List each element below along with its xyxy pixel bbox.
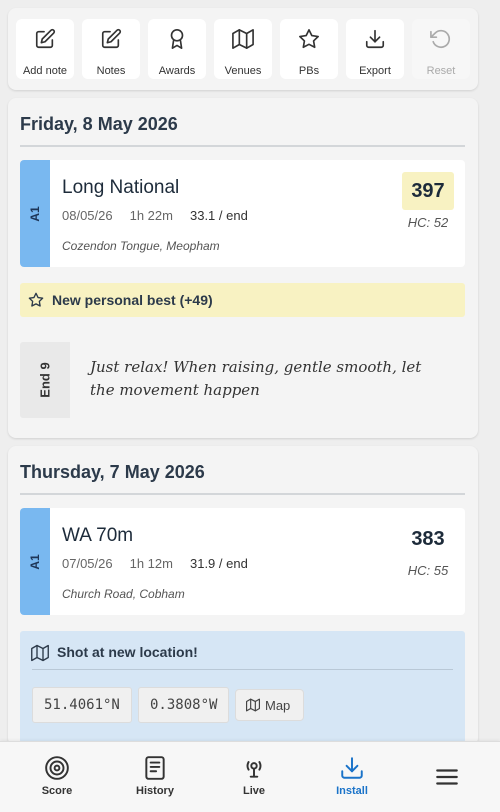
star-icon	[28, 292, 44, 307]
nav-menu[interactable]	[398, 742, 496, 812]
note-end-tag: End 9	[20, 342, 70, 418]
round-location: Church Road, Cobham	[62, 587, 185, 601]
add-note-label: Add note	[22, 65, 68, 77]
round-handicap: HC: 55	[407, 563, 449, 578]
edit-icon	[101, 28, 122, 49]
broadcast-icon	[246, 761, 262, 778]
note-text: Just relax! When raising, gentle smooth,…	[90, 358, 422, 399]
divider	[20, 493, 465, 495]
day-title: Friday, 8 May 2026	[20, 114, 178, 134]
latitude-value: 51.4061°N	[32, 687, 132, 723]
round-entry[interactable]: A1 WA 70m 07/05/26 1h 12m 31.9 / end Chu…	[20, 508, 465, 615]
map-button[interactable]: Map	[235, 689, 304, 721]
bottom-navigation: Score History Live Install	[0, 741, 500, 812]
round-score: 397	[402, 172, 454, 210]
awards-button[interactable]: Awards	[148, 19, 206, 79]
map-icon	[232, 29, 254, 49]
nav-live[interactable]: Live	[205, 742, 303, 812]
round-average: 33.1 / end	[189, 208, 248, 223]
edit-icon	[35, 28, 56, 49]
install-icon	[341, 757, 363, 779]
venues-label: Venues	[224, 65, 262, 77]
round-meta: 08/05/26 1h 22m 33.1 / end	[62, 208, 248, 223]
round-meta: 07/05/26 1h 12m 31.9 / end	[62, 556, 248, 571]
award-icon	[170, 29, 184, 49]
action-toolbar: Add note Notes Awards Venues PBs Export …	[8, 8, 478, 90]
longitude-value: 0.3808°W	[138, 687, 230, 723]
notes-label: Notes	[96, 65, 126, 77]
round-location: Cozendon Tongue, Meopham	[62, 239, 220, 253]
pbs-button[interactable]: PBs	[280, 19, 338, 79]
awards-label: Awards	[158, 65, 196, 77]
round-tag: A1	[20, 508, 50, 615]
round-name: Long National	[62, 177, 180, 198]
add-note-button[interactable]: Add note	[16, 19, 74, 79]
round-score: 383	[411, 528, 445, 550]
round-tag: A1	[20, 160, 50, 267]
round-entry[interactable]: A1 Long National 08/05/26 1h 22m 33.1 / …	[20, 160, 465, 267]
nav-install-label: Install	[336, 785, 368, 797]
nav-history[interactable]: History	[106, 742, 204, 812]
nav-install[interactable]: Install	[303, 742, 401, 812]
pb-banner: New personal best (+49)	[20, 283, 465, 317]
pbs-label: PBs	[298, 65, 320, 77]
round-duration: 1h 22m	[129, 208, 173, 223]
venues-button[interactable]: Venues	[214, 19, 272, 79]
nav-live-label: Live	[242, 785, 265, 797]
undo-icon	[430, 29, 451, 49]
round-average: 31.9 / end	[189, 556, 248, 571]
divider	[32, 669, 453, 670]
reset-label: Reset	[426, 65, 456, 77]
day-card: Friday, 8 May 2026 A1 Long National 08/0…	[8, 98, 478, 438]
round-date: 07/05/26	[62, 556, 113, 571]
day-title: Thursday, 7 May 2026	[20, 462, 205, 482]
new-location-title: Shot at new location!	[57, 644, 198, 660]
notes-button[interactable]: Notes	[82, 19, 140, 79]
history-icon	[145, 756, 165, 780]
day-card: Thursday, 7 May 2026 A1 WA 70m 07/05/26 …	[8, 446, 478, 746]
download-icon	[365, 29, 385, 49]
reset-button[interactable]: Reset	[412, 19, 470, 79]
star-icon	[299, 29, 319, 49]
nav-history-label: History	[136, 785, 174, 797]
round-handicap: HC: 52	[407, 215, 449, 230]
new-location-banner: Shot at new location! 51.4061°N 0.3808°W…	[20, 631, 465, 743]
end-note[interactable]: End 9 Just relax! When raising, gentle s…	[20, 342, 465, 418]
map-button-label: Map	[265, 698, 291, 713]
export-label: Export	[359, 65, 391, 77]
nav-score-label: Score	[41, 785, 73, 797]
round-date: 08/05/26	[62, 208, 113, 223]
menu-icon	[436, 769, 458, 785]
export-button[interactable]: Export	[346, 19, 404, 79]
map-icon	[31, 644, 49, 662]
pb-text: New personal best (+49)	[52, 292, 213, 308]
divider	[20, 145, 465, 147]
target-icon	[45, 756, 69, 780]
nav-score[interactable]: Score	[8, 742, 106, 812]
round-name: WA 70m	[62, 525, 134, 546]
map-icon	[246, 698, 260, 712]
round-duration: 1h 12m	[129, 556, 173, 571]
